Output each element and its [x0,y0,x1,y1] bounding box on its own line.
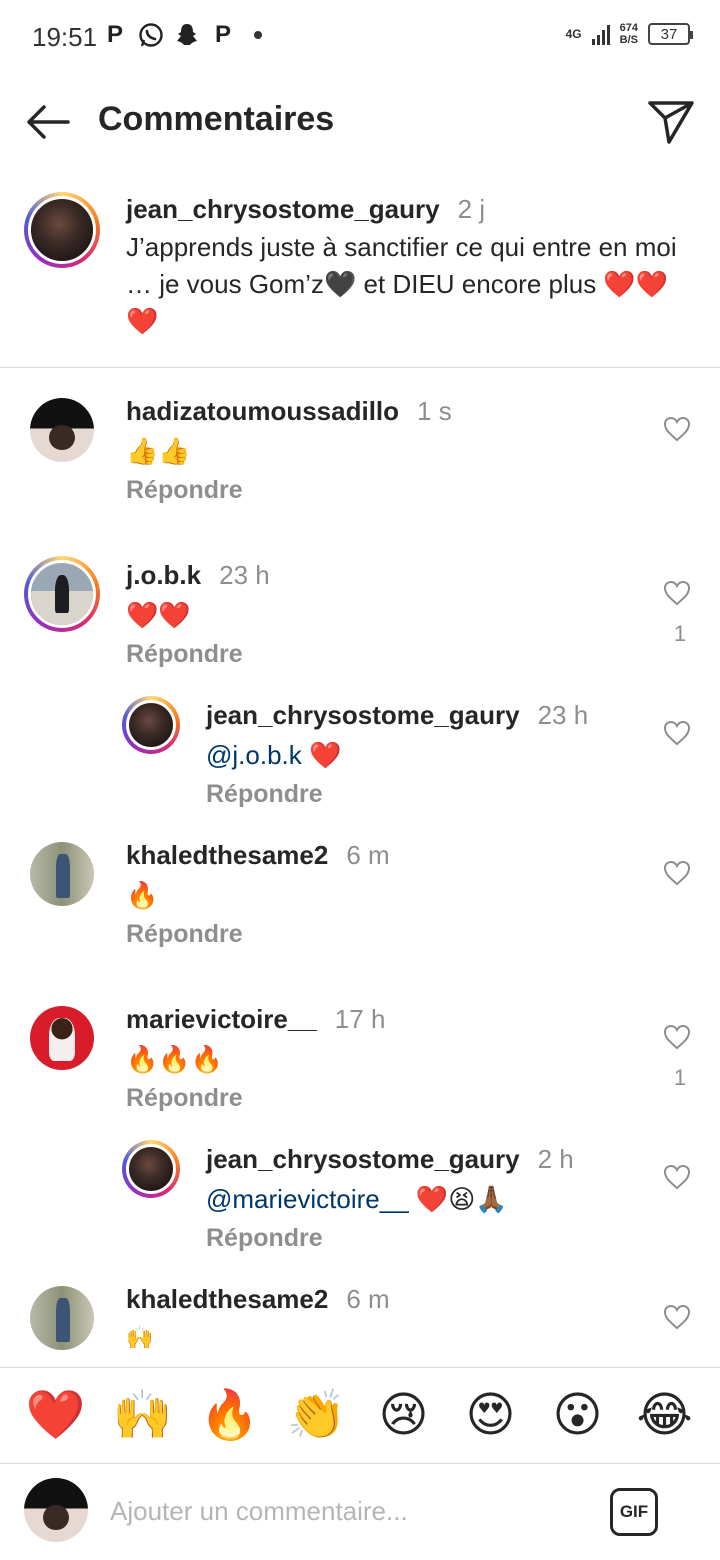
comment-username[interactable]: khaledthesame2 [126,840,328,870]
comment-time: 6 m [346,1284,390,1314]
p-notification-icon: P [106,21,123,48]
battery-icon: 37 [648,23,693,45]
comment-avatar[interactable] [30,1006,94,1070]
network-type: 4G [565,27,582,41]
comment-item: khaledthesame2 6 m 🔥 [126,840,390,914]
comment-input-bar: GIF [0,1464,720,1560]
comment-time: 1 s [417,396,452,426]
emoji-fire-button[interactable]: 🔥 [198,1388,262,1444]
like-heart-icon[interactable] [662,718,692,748]
reply-avatar[interactable] [122,1140,180,1198]
reply-button[interactable]: Répondre [126,920,243,949]
whatsapp-icon [138,22,164,48]
caption-text: J’apprends juste à sanctifier ce qui ent… [126,232,677,336]
reply-button[interactable]: Répondre [206,1224,323,1253]
caption-username[interactable]: jean_chrysostome_gaury [126,194,440,224]
comment-text: 👍👍 [126,436,191,466]
reply-button[interactable]: Répondre [126,476,243,505]
page-title: Commentaires [98,100,335,138]
header: Commentaires [0,72,720,168]
caption: jean_chrysostome_gaury 2 j J’apprends jus… [126,194,686,340]
network-speed: 674 B/S [619,22,638,46]
reply-button[interactable]: Répondre [206,780,323,809]
like-heart-icon[interactable] [662,578,692,608]
comment-time: 23 h [219,560,270,590]
battery-level: 37 [660,25,678,43]
current-user-avatar [24,1478,88,1542]
comment-avatar[interactable] [30,1286,94,1350]
status-bar: 19:51 P P 4G 674 B/S 37 [0,0,720,72]
reply-button[interactable]: Répondre [126,640,243,669]
emoji-heart-button[interactable]: ❤️ [24,1388,88,1444]
comment-text: ❤️😫🙏🏾 [408,1184,508,1214]
like-count: 1 [673,621,687,646]
comment-username[interactable]: khaledthesame2 [126,1284,328,1314]
comment-username[interactable]: hadizatoumoussadillo [126,396,399,426]
share-paper-plane-icon[interactable] [646,96,696,146]
like-count: 1 [673,1065,687,1090]
reply-button[interactable]: Répondre [126,1084,243,1113]
caption-time: 2 j [457,194,486,224]
signal-icon [591,23,610,45]
snapchat-icon [174,22,200,48]
comment-time: 17 h [334,1004,386,1034]
comment-text: ❤️❤️ [126,600,191,630]
comment-username[interactable]: marievictoire__ [126,1004,317,1034]
comment-text: ❤️ [301,740,342,770]
back-arrow-icon[interactable] [22,96,74,148]
like-heart-icon[interactable] [662,1302,692,1332]
reply-item: jean_chrysostome_gaury 23 h @j.o.b.k ❤️ [206,700,588,774]
reply-item: jean_chrysostome_gaury 2 h @marievictoire… [206,1144,574,1218]
emoji-wow-button[interactable]: 😮 [546,1388,610,1444]
caption-divider [0,367,720,368]
gif-button[interactable]: GIF [610,1488,658,1536]
comment-text: 🔥 [126,880,159,910]
comment-time: 2 h [537,1144,574,1174]
emoji-laugh-button[interactable]: 😂 [633,1388,697,1444]
comment-item: hadizatoumoussadillo 1 s 👍👍 [126,396,452,470]
comment-item: j.o.b.k 23 h ❤️❤️ [126,560,270,634]
comment-item: khaledthesame2 6 m 🙌 [126,1284,390,1356]
like-heart-icon[interactable] [662,1022,692,1052]
like-heart-icon[interactable] [662,414,692,444]
reply-avatar[interactable] [122,696,180,754]
comment-time: 6 m [346,840,390,870]
comment-input[interactable] [110,1486,580,1536]
comment-text: 🔥🔥🔥 [126,1044,224,1074]
more-notifications-dot [254,31,262,39]
comment-item: marievictoire__ 17 h 🔥🔥🔥 [126,1004,385,1078]
comment-username[interactable]: jean_chrysostome_gaury [206,700,520,730]
status-time: 19:51 [32,22,98,52]
comment-username[interactable]: jean_chrysostome_gaury [206,1144,520,1174]
comment-time: 23 h [537,700,589,730]
comment-avatar[interactable] [30,842,94,906]
emoji-quick-bar: ❤️ 🙌 🔥 👏 😢 😍 😮 😂 [0,1368,720,1464]
mention-link[interactable]: @j.o.b.k [206,740,302,770]
p-notification-icon: P [214,21,231,48]
like-heart-icon[interactable] [662,1162,692,1192]
emoji-raised-hands-button[interactable]: 🙌 [111,1388,175,1444]
comment-avatar[interactable] [30,398,94,462]
caption-author-avatar[interactable] [24,192,100,268]
comment-avatar[interactable] [24,556,100,632]
notification-icons: P P [102,21,262,48]
like-heart-icon[interactable] [662,858,692,888]
mention-link[interactable]: @marievictoire__ [206,1184,409,1214]
emoji-sad-button[interactable]: 😢 [372,1388,436,1444]
comment-username[interactable]: j.o.b.k [126,560,201,590]
comment-text: 🙌 [126,1325,154,1350]
emoji-heart-eyes-button[interactable]: 😍 [459,1388,523,1444]
emoji-clap-button[interactable]: 👏 [285,1388,349,1444]
